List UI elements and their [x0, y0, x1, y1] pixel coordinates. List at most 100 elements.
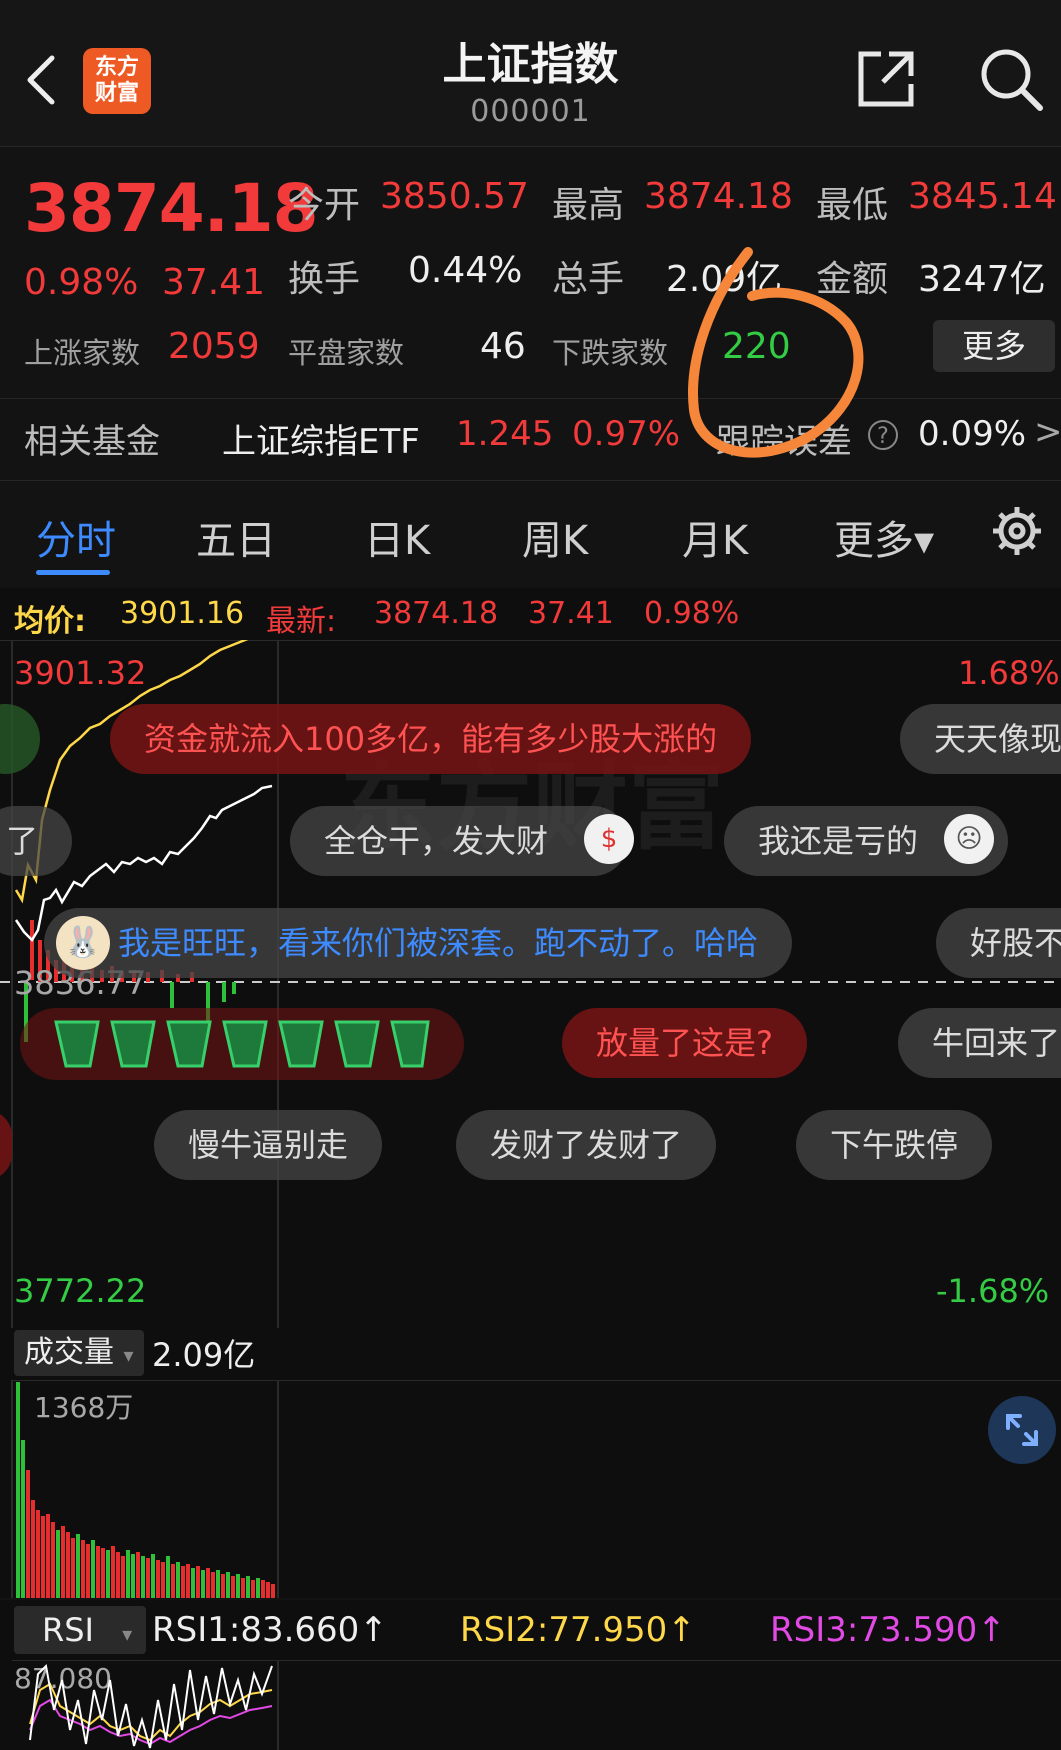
- change-amount: 37.41: [162, 262, 266, 303]
- avg-price-value: 3901.16: [120, 596, 245, 631]
- tab-daily-k[interactable]: 日K: [364, 508, 430, 566]
- current-price: 3874.18: [24, 170, 319, 247]
- bar: [56, 1530, 60, 1598]
- rsi1-line: [29, 1663, 273, 1749]
- open-label: 今开: [288, 185, 361, 226]
- bar: [146, 1558, 150, 1598]
- bar: [181, 1566, 185, 1598]
- user-avatar-icon: 🐰: [56, 916, 110, 970]
- bar: [151, 1554, 155, 1598]
- bar: [26, 1470, 30, 1598]
- danmu-bubble[interactable]: 好股不: [936, 908, 1061, 978]
- bar: [206, 1568, 210, 1598]
- tab-more[interactable]: 更多▾: [834, 508, 934, 566]
- fund-name[interactable]: 上证综指ETF: [222, 414, 420, 463]
- annotation-stroke: [688, 247, 864, 458]
- bar: [36, 1510, 40, 1598]
- bar: [246, 1576, 250, 1598]
- bar: [21, 1440, 25, 1598]
- tab-intraday[interactable]: 分时: [36, 508, 116, 566]
- bar: [111, 1546, 115, 1598]
- bar: [211, 1572, 215, 1598]
- share-icon: [858, 51, 914, 107]
- danmu-bubble[interactable]: 天天像现: [900, 704, 1061, 774]
- danmu-bubble[interactable]: 全仓干，发大财: [290, 806, 629, 876]
- up-count: 2059: [168, 326, 260, 367]
- y-axis-top: 3901.32: [14, 654, 147, 692]
- latest-change: 37.41: [528, 596, 614, 631]
- bar: [221, 1574, 225, 1598]
- fund-label: 相关基金: [24, 422, 160, 462]
- rsi3-value: RSI3:73.590↑: [770, 1610, 1006, 1650]
- bar: [126, 1550, 130, 1598]
- volume-indicator-label: 成交量: [24, 1335, 114, 1370]
- bar: [81, 1540, 85, 1598]
- bar: [16, 1382, 20, 1598]
- danmu-bubble[interactable]: 下午跌停: [796, 1110, 993, 1180]
- expand-icon: [1006, 1414, 1038, 1446]
- bar: [66, 1532, 70, 1598]
- danmu-bubble[interactable]: 放量了这是?: [562, 1008, 807, 1078]
- hand-drawn-circle-annotation: [688, 247, 864, 458]
- danmu-bubble[interactable]: 慢牛逼别走: [154, 1110, 383, 1180]
- bar: [136, 1552, 140, 1598]
- bar: [91, 1540, 95, 1598]
- volume-bars-svg: [11, 1380, 1061, 1598]
- flat-count-label: 平盘家数: [288, 336, 405, 370]
- volume-indicator-select[interactable]: 成交量 ▾: [14, 1330, 144, 1376]
- bar: [231, 1576, 235, 1598]
- turnover-value: 0.44%: [408, 250, 523, 291]
- latest-pct: 0.98%: [644, 596, 740, 631]
- rsi-indicator-label: RSI: [42, 1611, 94, 1649]
- bar: [271, 1584, 275, 1598]
- high-label: 最高: [552, 185, 625, 226]
- low-value: 3845.14: [908, 176, 1057, 217]
- up-count-label: 上涨家数: [24, 336, 141, 370]
- bar: [61, 1526, 65, 1598]
- bar: [46, 1514, 50, 1598]
- dropdown-arrow-icon: ▾: [123, 1343, 134, 1367]
- bar: [251, 1580, 255, 1598]
- volume-bars: [16, 1382, 275, 1598]
- turnover-label: 换手: [288, 259, 361, 300]
- danmu-bubble[interactable]: 发财了发财了: [456, 1110, 717, 1180]
- danmu-bubble[interactable]: 了: [0, 806, 73, 876]
- bar: [41, 1516, 45, 1598]
- danmu-bubble[interactable]: 牛回来了: [898, 1008, 1061, 1078]
- share-button[interactable]: [855, 48, 917, 110]
- avg-price-label: 均价:: [14, 604, 86, 639]
- bar: [216, 1570, 220, 1598]
- bar: [121, 1556, 125, 1598]
- chevron-right-icon[interactable]: >: [1034, 412, 1061, 452]
- latest-value: 3874.18: [374, 596, 499, 631]
- bar: [261, 1580, 265, 1598]
- tab-weekly-k[interactable]: 周K: [522, 508, 588, 566]
- divider: [0, 480, 1061, 481]
- bar: [266, 1582, 270, 1598]
- sad-face-emoji-icon: ☹: [944, 814, 994, 864]
- expand-chart-button[interactable]: [988, 1396, 1056, 1464]
- bar: [241, 1578, 245, 1598]
- volume-label: 总手: [552, 259, 625, 300]
- low-label: 最低: [816, 185, 889, 226]
- down-count-label: 下跌家数: [552, 336, 669, 370]
- bar: [236, 1574, 240, 1598]
- search-button[interactable]: [978, 46, 1044, 112]
- quote-more-button[interactable]: 更多: [933, 320, 1055, 372]
- bar: [131, 1554, 135, 1598]
- rsi1-value: RSI1:83.660↑: [152, 1610, 388, 1650]
- danmu-bubble[interactable]: 资金就流入100多亿，能有多少股大涨的: [110, 704, 752, 774]
- open-value: 3850.57: [380, 176, 529, 217]
- bar: [171, 1564, 175, 1598]
- danmu-bubble[interactable]: 我是旺旺，看来你们被深套。跑不动了。哈哈: [44, 908, 793, 978]
- green-arrows-emoji-icon: [54, 1020, 430, 1068]
- gear-icon: [993, 507, 1041, 555]
- settings-button[interactable]: [990, 504, 1044, 558]
- bar: [176, 1562, 180, 1598]
- divider: [0, 398, 1061, 399]
- tab-monthly-k[interactable]: 月K: [682, 508, 748, 566]
- bar: [106, 1550, 110, 1598]
- bar: [196, 1566, 200, 1598]
- tab-five-day[interactable]: 五日: [196, 508, 276, 566]
- rsi-indicator-select[interactable]: RSI ▾: [14, 1606, 146, 1654]
